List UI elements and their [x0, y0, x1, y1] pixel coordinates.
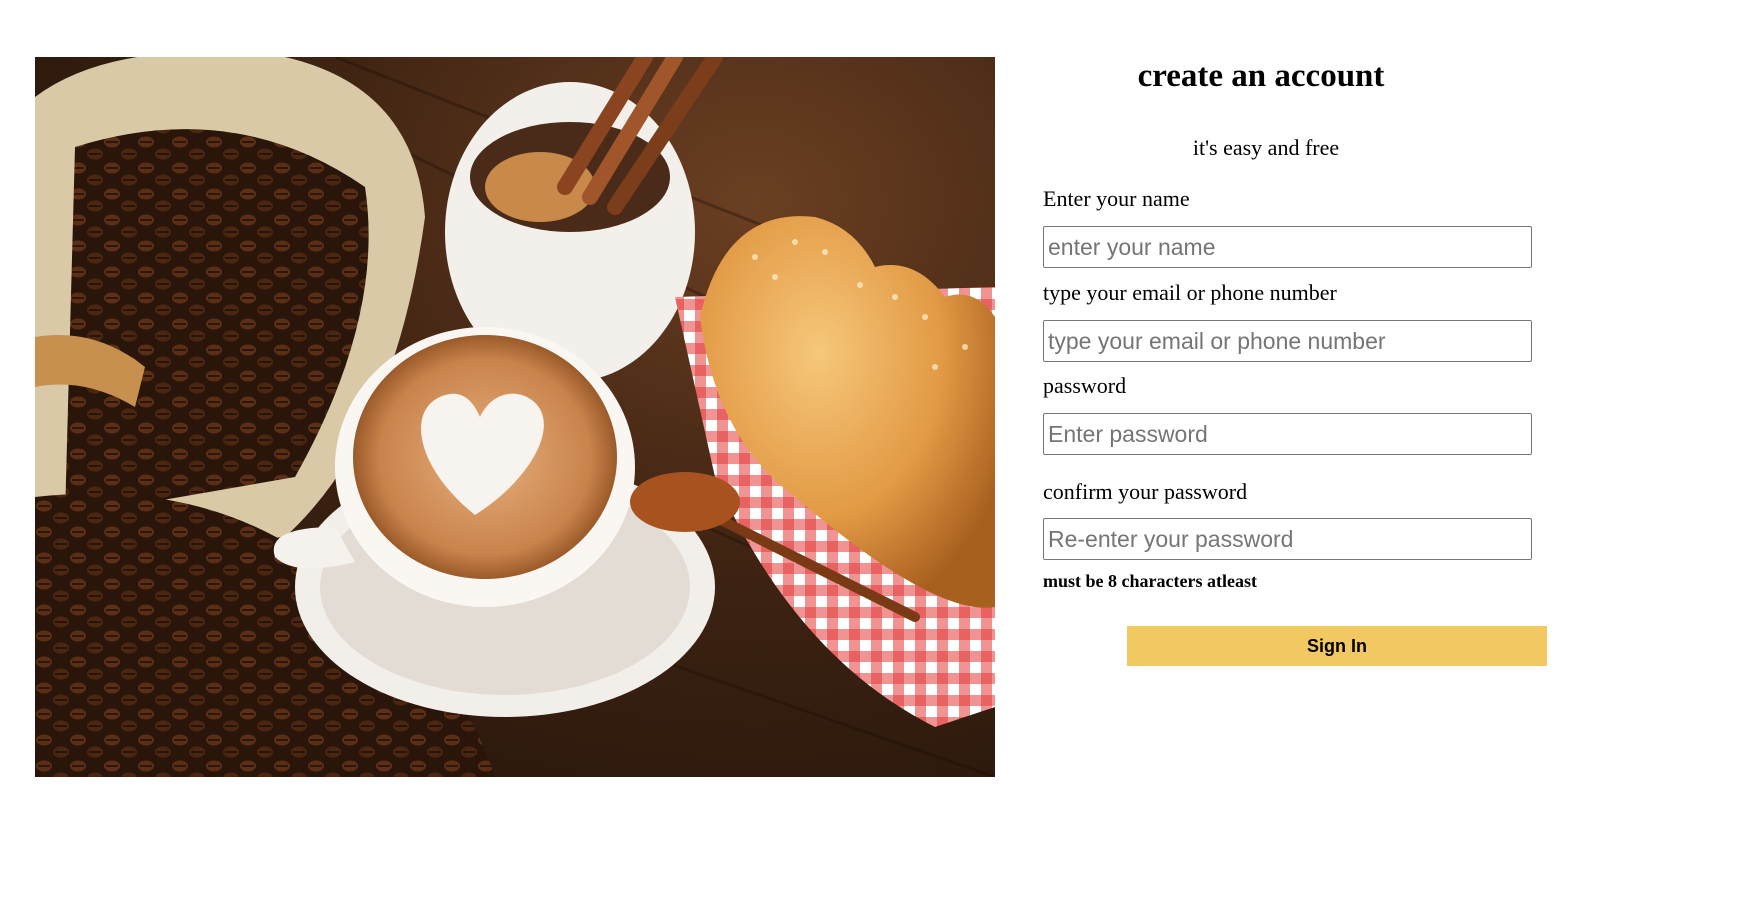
contact-label: type your email or phone number — [1043, 280, 1337, 305]
confirm-password-label: confirm your password — [1043, 479, 1248, 504]
page-subtitle: it's easy and free — [1192, 135, 1340, 160]
password-hint: must be 8 characters atleast — [1043, 571, 1257, 591]
name-label: Enter your name — [1043, 186, 1190, 211]
sign-in-button[interactable]: Sign In — [1127, 626, 1547, 666]
hero-image — [35, 57, 995, 777]
coffee-bread-illustration — [35, 57, 995, 777]
page-title: create an account — [1137, 58, 1385, 94]
confirm-password-input[interactable] — [1043, 518, 1532, 560]
name-input[interactable] — [1043, 226, 1532, 268]
email-phone-input[interactable] — [1043, 320, 1532, 362]
password-input[interactable] — [1043, 413, 1532, 455]
password-label: password — [1043, 373, 1127, 398]
